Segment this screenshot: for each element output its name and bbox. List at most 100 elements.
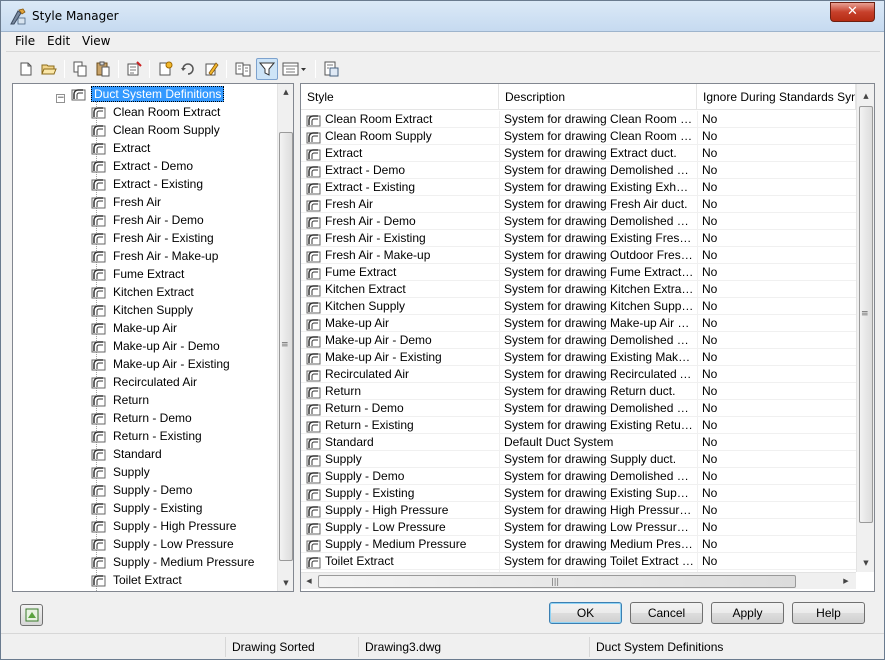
tree-node[interactable]: Fresh Air - Make-up (91, 247, 220, 265)
scroll-down-arrow-icon[interactable]: ▼ (278, 575, 293, 591)
tree-node[interactable]: Kitchen Extract (91, 283, 196, 301)
collapse-expander[interactable]: − (56, 93, 65, 103)
table-row[interactable]: Standard Default Duct System No (301, 434, 856, 451)
cell-style: Fresh Air - Demo (306, 213, 498, 230)
tree-node[interactable]: Fume Extract (91, 265, 186, 283)
table-row[interactable]: Fresh Air - Make-up System for drawing Ou… (301, 247, 856, 264)
duct-system-style-icon (306, 148, 321, 160)
tree-node[interactable]: Extract (91, 139, 152, 157)
table-row[interactable]: Supply System for drawing Supply duct. No (301, 451, 856, 468)
tree-node-label: Extract - Demo (113, 159, 194, 173)
tree-node[interactable]: Recirculated Air (91, 373, 199, 391)
table-row[interactable]: Supply - Low Pressure System for drawing … (301, 519, 856, 536)
table-row[interactable]: Return System for drawing Return duct. No (301, 383, 856, 400)
scroll-left-arrow-icon[interactable]: ◀ (301, 573, 317, 589)
cell-description: System for drawing Demolished Sup... (504, 469, 694, 483)
tree-node[interactable]: Return (91, 391, 151, 409)
apply-button[interactable]: Apply (711, 602, 784, 624)
table-row[interactable]: Recirculated Air System for drawing Recir… (301, 366, 856, 383)
table-row[interactable]: Make-up Air - Demo System for drawing Dem… (301, 332, 856, 349)
table-row[interactable]: Extract - Existing System for drawing Exi… (301, 179, 856, 196)
paste-button[interactable] (92, 58, 114, 80)
table-row[interactable]: Fresh Air - Demo System for drawing Demol… (301, 213, 856, 230)
new-drawing-button[interactable] (15, 58, 37, 80)
cancel-button[interactable]: Cancel (630, 602, 703, 624)
table-row[interactable]: Extract System for drawing Extract duct. N… (301, 145, 856, 162)
close-button[interactable]: ✕ (830, 2, 875, 22)
tree-node[interactable]: Fresh Air - Existing (91, 229, 216, 247)
new-style-button[interactable] (154, 58, 176, 80)
toggle-view-button[interactable] (320, 58, 342, 80)
tree-node[interactable]: Supply - Existing (91, 499, 204, 517)
table-row[interactable]: Fume Extract System for drawing Fume Extr… (301, 264, 856, 281)
tree-node[interactable]: Make-up Air - Demo (91, 337, 222, 355)
set-from-button[interactable] (177, 58, 199, 80)
filter-style-type-button[interactable] (256, 58, 278, 80)
tree-node[interactable]: Fresh Air (91, 193, 163, 211)
table-row[interactable]: Supply - Demo System for drawing Demolish… (301, 468, 856, 485)
purge-styles-button[interactable] (123, 58, 145, 80)
scroll-grip-icon: ≡ (861, 309, 869, 319)
table-row[interactable]: Make-up Air System for drawing Make-up Ai… (301, 315, 856, 332)
tree-node[interactable]: Toilet Extract (91, 571, 184, 589)
menu-file[interactable]: File (12, 34, 38, 48)
table-row[interactable]: Return - Existing System for drawing Exis… (301, 417, 856, 434)
table-row[interactable]: Fresh Air - Existing System for drawing E… (301, 230, 856, 247)
tree-node[interactable]: Return - Demo (91, 409, 194, 427)
toolbar-separator (118, 60, 119, 78)
table-row[interactable]: Extract - Demo System for drawing Demolis… (301, 162, 856, 179)
tree-node[interactable]: Make-up Air (91, 319, 179, 337)
table-row[interactable]: Supply - Existing System for drawing Exis… (301, 485, 856, 502)
table-row[interactable]: Supply - High Pressure System for drawing… (301, 502, 856, 519)
copy-button[interactable] (69, 58, 91, 80)
view-mode-dropdown[interactable] (280, 58, 310, 80)
table-row[interactable]: Kitchen Supply System for drawing Kitchen… (301, 298, 856, 315)
style-tree[interactable]: − Duct System Definitions Clean Room Ext… (12, 83, 294, 592)
cell-description: System for drawing Fresh Air duct. (504, 197, 688, 211)
tree-node[interactable]: Kitchen Supply (91, 301, 195, 319)
ok-button[interactable]: OK (549, 602, 622, 624)
tree-node[interactable]: Supply - Low Pressure (91, 535, 236, 553)
table-row[interactable]: Kitchen Extract System for drawing Kitche… (301, 281, 856, 298)
scroll-down-arrow-icon[interactable]: ▼ (858, 555, 874, 571)
tree-node[interactable]: Supply - High Pressure (91, 517, 238, 535)
column-header-description[interactable]: Description (499, 84, 697, 110)
table-row[interactable]: Fresh Air System for drawing Fresh Air du… (301, 196, 856, 213)
table-row[interactable]: Toilet Extract System for drawing Toilet … (301, 553, 856, 570)
table-row[interactable]: Clean Room Extract System for drawing Cle… (301, 111, 856, 128)
tree-node-duct-system-definitions[interactable]: − Duct System Definitions (56, 85, 225, 103)
table-row[interactable]: Clean Room Supply System for drawing Clea… (301, 128, 856, 145)
tree-node[interactable]: Extract - Demo (91, 157, 195, 175)
open-drawing-button[interactable] (38, 58, 60, 80)
edit-style-button[interactable] (200, 58, 222, 80)
tree-node[interactable]: Supply - Medium Pressure (91, 553, 256, 571)
toggle-view-footer-button[interactable] (20, 604, 43, 626)
menu-edit[interactable]: Edit (44, 34, 73, 48)
tree-node[interactable]: Fresh Air - Demo (91, 211, 206, 229)
tree-node[interactable]: Make-up Air - Existing (91, 355, 232, 373)
list-vertical-scrollbar[interactable]: ▲ ≡ ▼ (856, 84, 874, 572)
table-row[interactable]: Make-up Air - Existing System for drawing… (301, 349, 856, 366)
column-header-ignore-synch[interactable]: Ignore During Standards Synch (697, 84, 856, 110)
tree-node[interactable]: Clean Room Extract (91, 103, 222, 121)
tree-node[interactable]: Supply (91, 463, 152, 481)
tree-node[interactable]: Extract - Existing (91, 175, 205, 193)
scroll-right-arrow-icon[interactable]: ▶ (838, 573, 854, 589)
tree-vertical-scrollbar[interactable]: ▲ ≡ ▼ (277, 84, 293, 591)
cell-description: System for drawing Fume Extract d... (504, 265, 694, 279)
inline-edit-button[interactable] (232, 58, 254, 80)
menu-view[interactable]: View (79, 34, 113, 48)
tree-node[interactable]: Clean Room Supply (91, 121, 222, 139)
table-row[interactable]: Return - Demo System for drawing Demolish… (301, 400, 856, 417)
list-horizontal-scrollbar[interactable]: ◀ ||| ▶ (301, 572, 856, 589)
style-list[interactable]: Style Description Ignore During Standard… (300, 83, 875, 592)
tree-node[interactable]: Supply - Demo (91, 481, 194, 499)
duct-system-style-icon (306, 301, 321, 313)
tree-node[interactable]: Standard (91, 445, 164, 463)
scroll-up-arrow-icon[interactable]: ▲ (278, 84, 293, 100)
column-header-style[interactable]: Style (301, 84, 499, 110)
help-button[interactable]: Help (792, 602, 865, 624)
table-row[interactable]: Supply - Medium Pressure System for drawi… (301, 536, 856, 553)
scroll-up-arrow-icon[interactable]: ▲ (858, 88, 874, 104)
tree-node[interactable]: Return - Existing (91, 427, 204, 445)
